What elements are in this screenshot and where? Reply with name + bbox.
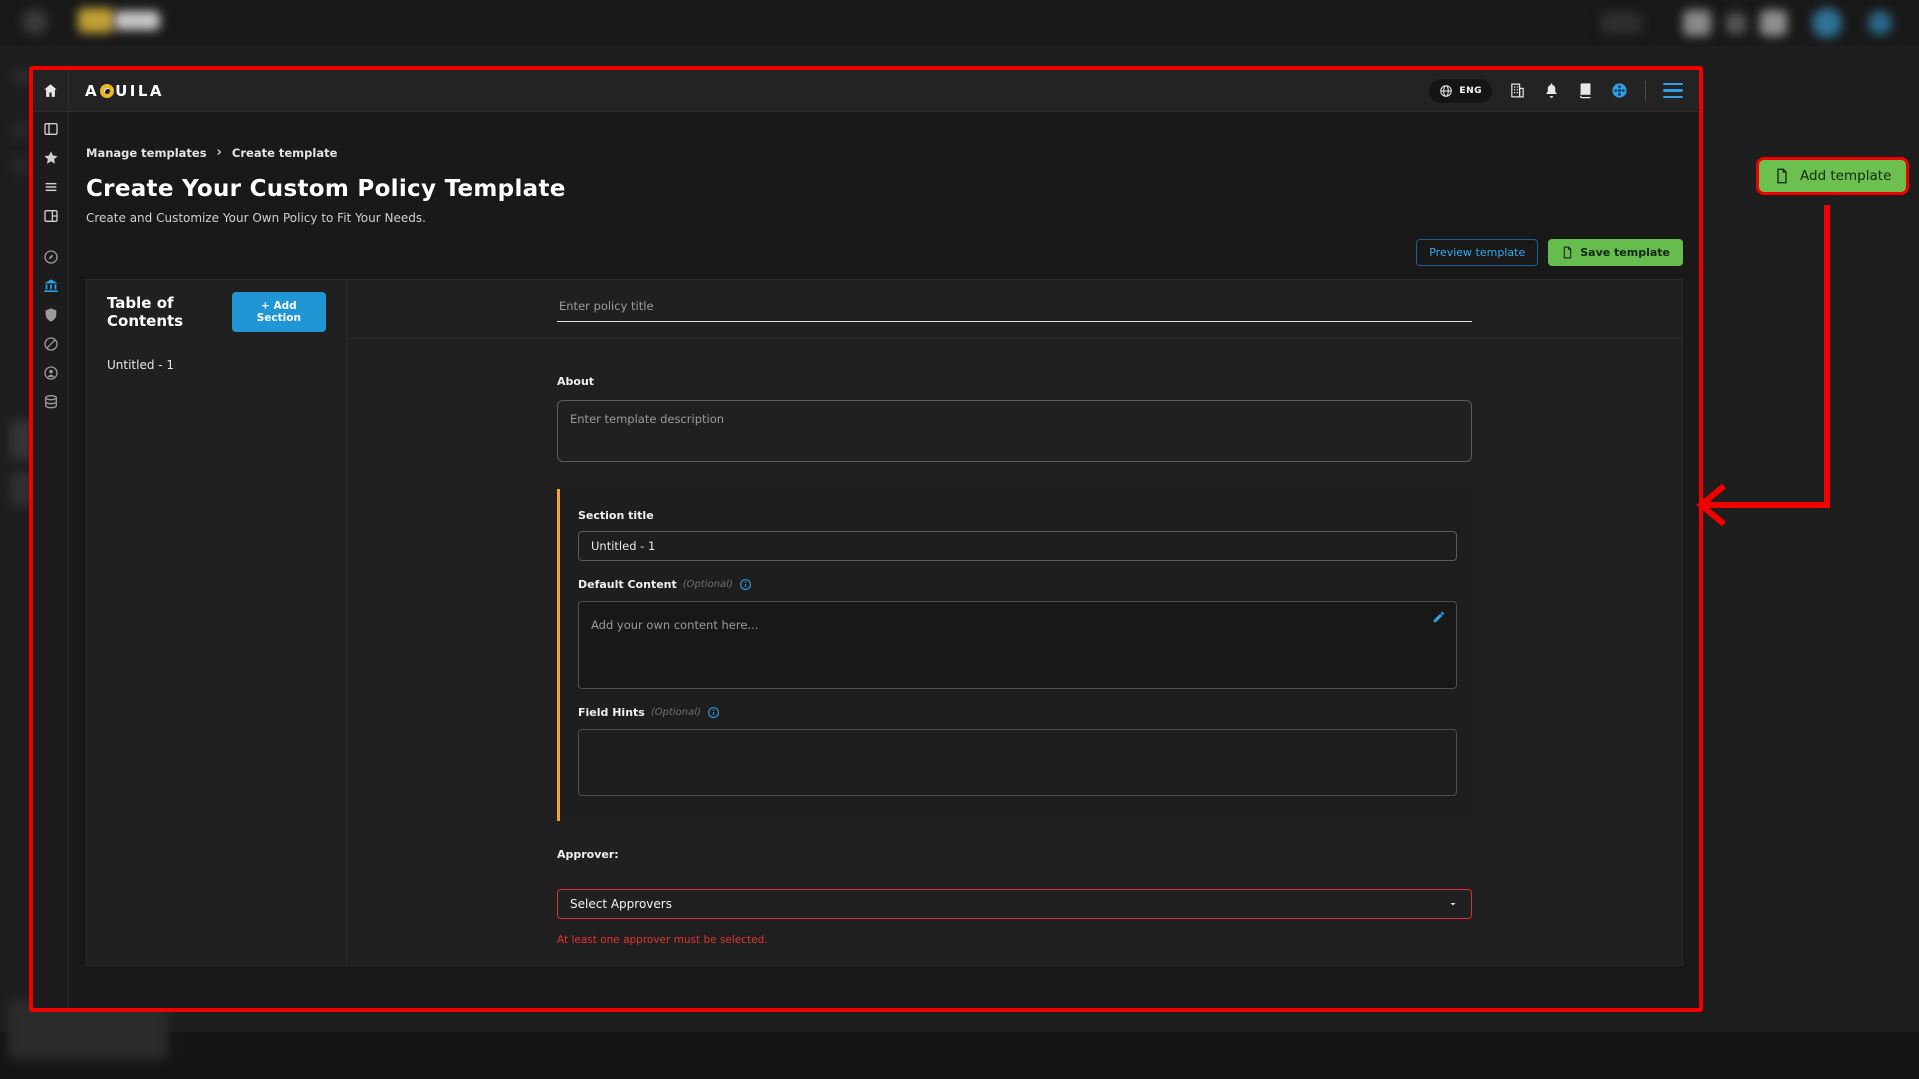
database-icon[interactable] <box>43 394 59 410</box>
annotation-arrow <box>1680 198 1850 533</box>
blurred-sidebar-icon <box>12 68 30 86</box>
file-icon <box>1774 168 1790 184</box>
building-icon[interactable] <box>1509 82 1526 99</box>
toc-header: Table of Contents + Add Section <box>107 292 326 332</box>
blurred-avatar-blue <box>1812 8 1842 38</box>
chevron-down-icon <box>1447 898 1459 910</box>
blurred-icon <box>1726 13 1746 34</box>
layout-icon[interactable] <box>43 208 59 224</box>
breadcrumb-manage-templates[interactable]: Manage templates <box>86 146 207 160</box>
info-icon[interactable] <box>707 706 720 719</box>
globe-icon <box>1439 84 1453 98</box>
blurred-logo-text <box>114 11 160 30</box>
add-template-label: Add template <box>1800 168 1891 184</box>
info-icon[interactable] <box>739 578 752 591</box>
menu-icon[interactable] <box>1663 83 1683 99</box>
support-wheel-icon[interactable] <box>1611 82 1628 99</box>
section-card: Section title Default Content (Optional)… <box>557 489 1472 821</box>
blurred-icon <box>1760 10 1787 36</box>
book-icon[interactable] <box>1577 82 1594 99</box>
save-template-button[interactable]: Save template <box>1548 239 1683 266</box>
preview-template-button[interactable]: Preview template <box>1416 239 1538 266</box>
annotated-screenshot-region: A UILA ENG <box>29 66 1703 1012</box>
blurred-avatar <box>22 9 48 35</box>
approver-error-message: At least one approver must be selected. <box>557 934 1472 946</box>
blurred-control <box>1600 12 1642 34</box>
shield-icon[interactable] <box>43 307 59 323</box>
header-divider <box>1645 81 1646 101</box>
sidebar-nav <box>33 112 69 1008</box>
main-content: Manage templates › Create template Creat… <box>69 112 1699 1008</box>
header-actions: ENG <box>1429 79 1699 103</box>
star-icon[interactable] <box>43 150 59 166</box>
template-form: About Section title Default Content (Opt… <box>347 280 1682 965</box>
template-editor-panel: Table of Contents + Add Section Untitled… <box>86 279 1683 966</box>
home-icon <box>42 82 59 99</box>
breadcrumb: Manage templates › Create template <box>86 145 1683 160</box>
about-label: About <box>557 375 1472 388</box>
logo-text-pre: A <box>85 82 99 100</box>
edit-pencil-icon[interactable] <box>1432 610 1446 624</box>
logo-text-post: UILA <box>115 82 164 100</box>
template-description-textarea[interactable] <box>557 400 1472 462</box>
section-title-input[interactable] <box>578 531 1457 561</box>
bank-icon[interactable] <box>43 278 59 294</box>
blurred-avatar-blue <box>1868 11 1892 35</box>
optional-tag: (Optional) <box>683 579 733 590</box>
language-selector[interactable]: ENG <box>1429 79 1492 103</box>
blurred-sidebar-icon <box>12 158 28 174</box>
save-template-label: Save template <box>1580 246 1670 259</box>
app-body: Manage templates › Create template Creat… <box>33 112 1699 1008</box>
optional-tag: (Optional) <box>651 707 701 718</box>
select-approvers-dropdown[interactable]: Select Approvers <box>557 889 1472 919</box>
compass-icon[interactable] <box>43 249 59 265</box>
globe-slash-icon[interactable] <box>43 336 59 352</box>
toc-title: Table of Contents <box>107 294 232 330</box>
field-hints-textarea[interactable] <box>578 729 1457 796</box>
default-content-label-row: Default Content (Optional) <box>578 578 1457 591</box>
approver-label: Approver: <box>557 848 1472 861</box>
logo-q-icon <box>100 84 114 98</box>
file-icon <box>1561 246 1574 259</box>
page-actions: Preview template Save template <box>86 239 1683 266</box>
select-approvers-placeholder: Select Approvers <box>570 897 672 911</box>
home-button[interactable] <box>33 70 69 111</box>
list-icon[interactable] <box>43 179 59 195</box>
default-content-placeholder: Add your own content here... <box>591 618 758 632</box>
bell-icon[interactable] <box>1543 82 1560 99</box>
breadcrumb-create-template: Create template <box>232 146 337 160</box>
add-template-callout[interactable]: Add template <box>1756 157 1909 195</box>
blurred-icon <box>1683 10 1711 36</box>
language-label: ENG <box>1459 86 1482 96</box>
app-header: A UILA ENG <box>33 70 1699 112</box>
brand-logo: A UILA <box>85 82 164 100</box>
field-hints-label-row: Field Hints (Optional) <box>578 706 1457 719</box>
page-title: Create Your Custom Policy Template <box>86 176 1683 202</box>
default-content-label: Default Content <box>578 578 677 591</box>
field-hints-label: Field Hints <box>578 706 645 719</box>
blurred-sidebar-icon <box>12 122 28 138</box>
section-title-label: Section title <box>578 509 1457 522</box>
toc-item-untitled-1[interactable]: Untitled - 1 <box>107 358 326 372</box>
default-content-editor[interactable]: Add your own content here... <box>578 601 1457 689</box>
background-topbar <box>0 0 1919 46</box>
chevron-right-icon: › <box>217 145 222 160</box>
add-section-button[interactable]: + Add Section <box>232 292 326 332</box>
blurred-logo-gold <box>78 8 114 33</box>
background-bottombar <box>0 1032 1919 1079</box>
panel-icon[interactable] <box>43 121 59 137</box>
page-subtitle: Create and Customize Your Own Policy to … <box>86 211 1683 225</box>
user-badge-icon[interactable] <box>43 365 59 381</box>
policy-title-input[interactable] <box>557 293 1472 322</box>
table-of-contents: Table of Contents + Add Section Untitled… <box>87 280 347 965</box>
